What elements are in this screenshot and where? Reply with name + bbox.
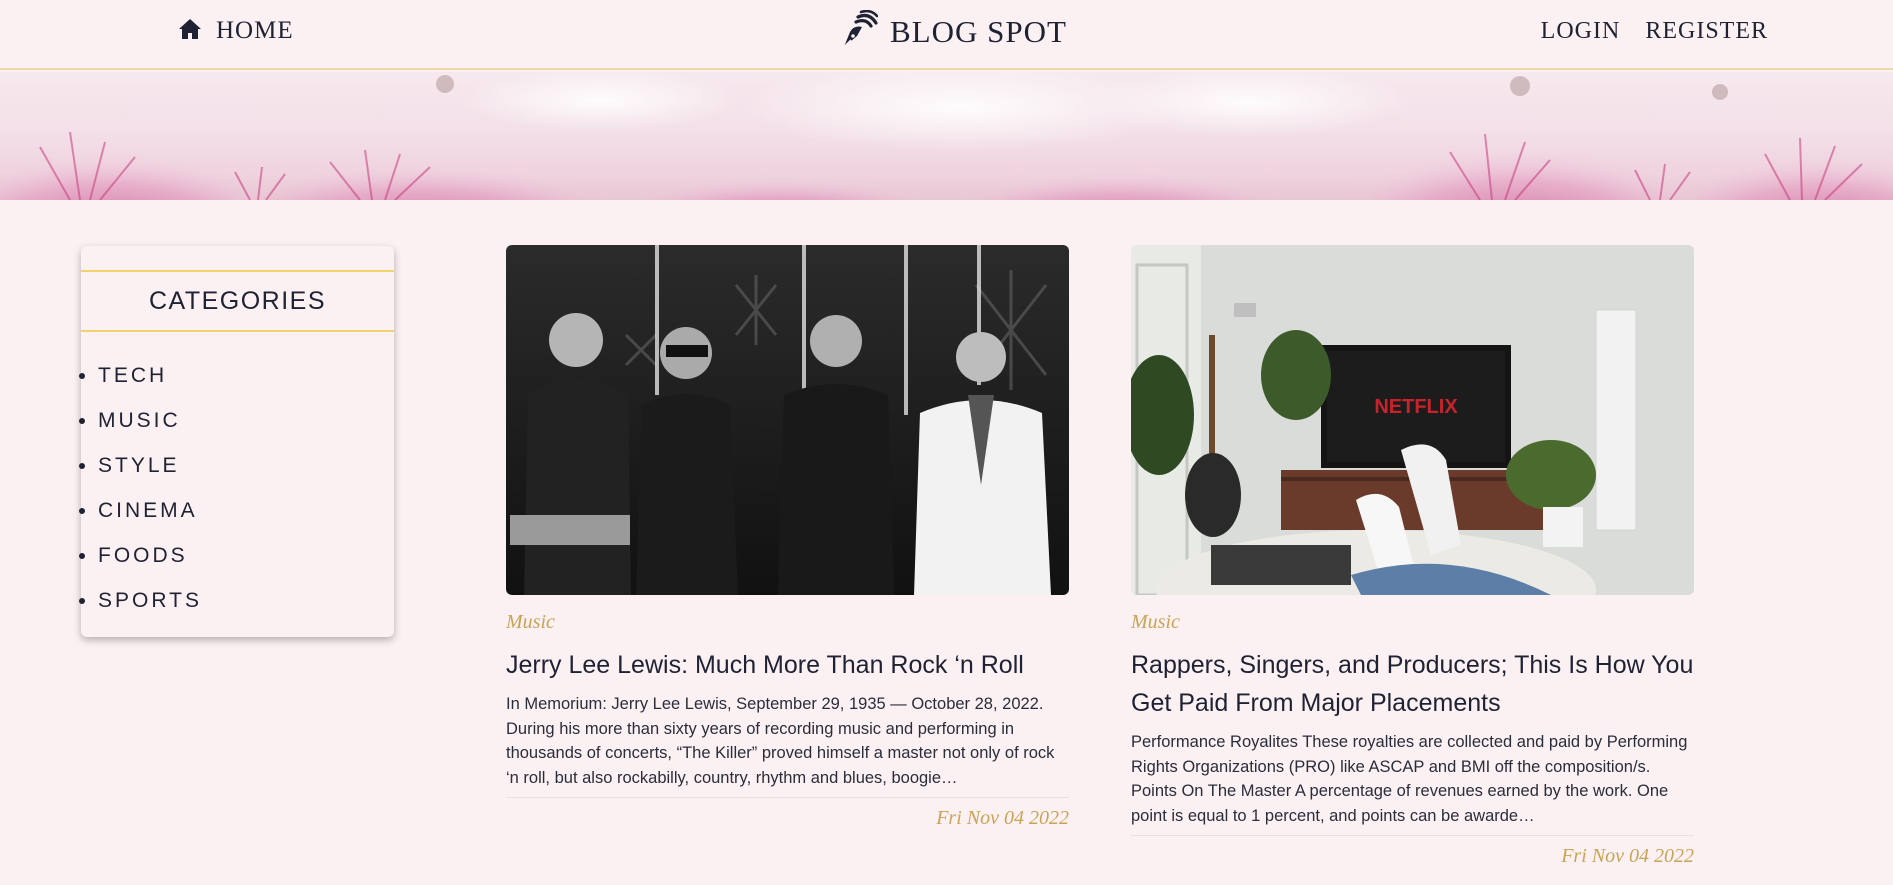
post-title[interactable]: Jerry Lee Lewis: Much More Than Rock ‘n … <box>506 646 1069 684</box>
category-item-sports[interactable]: SPORTS <box>79 578 202 623</box>
post-card: NETFLIX Music Rappers, Singers, and Prod… <box>1131 245 1694 868</box>
category-item-music[interactable]: MUSIC <box>79 398 202 443</box>
post-image-singers <box>506 245 1069 595</box>
login-link[interactable]: LOGIN <box>1541 18 1621 45</box>
category-item-style[interactable]: STYLE <box>79 443 202 488</box>
category-item-foods[interactable]: FOODS <box>79 533 202 578</box>
home-label: HOME <box>216 17 294 44</box>
fountain-pen-nib-icon <box>838 9 879 55</box>
banner-flower-pattern <box>0 72 1893 200</box>
post-excerpt: Performance Royalites These royalties ar… <box>1131 730 1694 836</box>
post-thumbnail[interactable]: NETFLIX <box>1131 245 1694 595</box>
category-list: TECH MUSIC STYLE CINEMA FOODS SPORTS <box>79 353 202 623</box>
auth-links: LOGIN REGISTER <box>1541 14 1768 48</box>
home-icon <box>178 18 202 45</box>
category-item-tech[interactable]: TECH <box>79 353 202 398</box>
categories-heading: CATEGORIES <box>148 286 327 315</box>
category-item-cinema[interactable]: CINEMA <box>79 488 202 533</box>
post-date: Fri Nov 04 2022 <box>936 807 1069 829</box>
post-date: Fri Nov 04 2022 <box>1561 845 1694 867</box>
tv-screen-text: NETFLIX <box>1374 396 1458 418</box>
register-link[interactable]: REGISTER <box>1645 18 1768 45</box>
post-category[interactable]: Music <box>506 611 1069 636</box>
brand-name: BLOG SPOT <box>890 14 1067 49</box>
post-thumbnail[interactable] <box>506 245 1069 595</box>
post-excerpt: In Memorium: Jerry Lee Lewis, September … <box>506 692 1069 798</box>
post-title[interactable]: Rappers, Singers, and Producers; This Is… <box>1131 646 1694 722</box>
home-link[interactable]: HOME <box>178 14 294 48</box>
post-card: Music Jerry Lee Lewis: Much More Than Ro… <box>506 245 1069 830</box>
top-navbar: HOME BLOG SPOT LOGIN REGISTER <box>0 0 1893 70</box>
categories-header: CATEGORIES <box>81 270 394 332</box>
brand-logo: BLOG SPOT <box>838 9 1067 55</box>
hero-banner-image <box>0 72 1893 200</box>
post-category[interactable]: Music <box>1131 611 1694 636</box>
post-image-living-room: NETFLIX <box>1131 245 1694 595</box>
